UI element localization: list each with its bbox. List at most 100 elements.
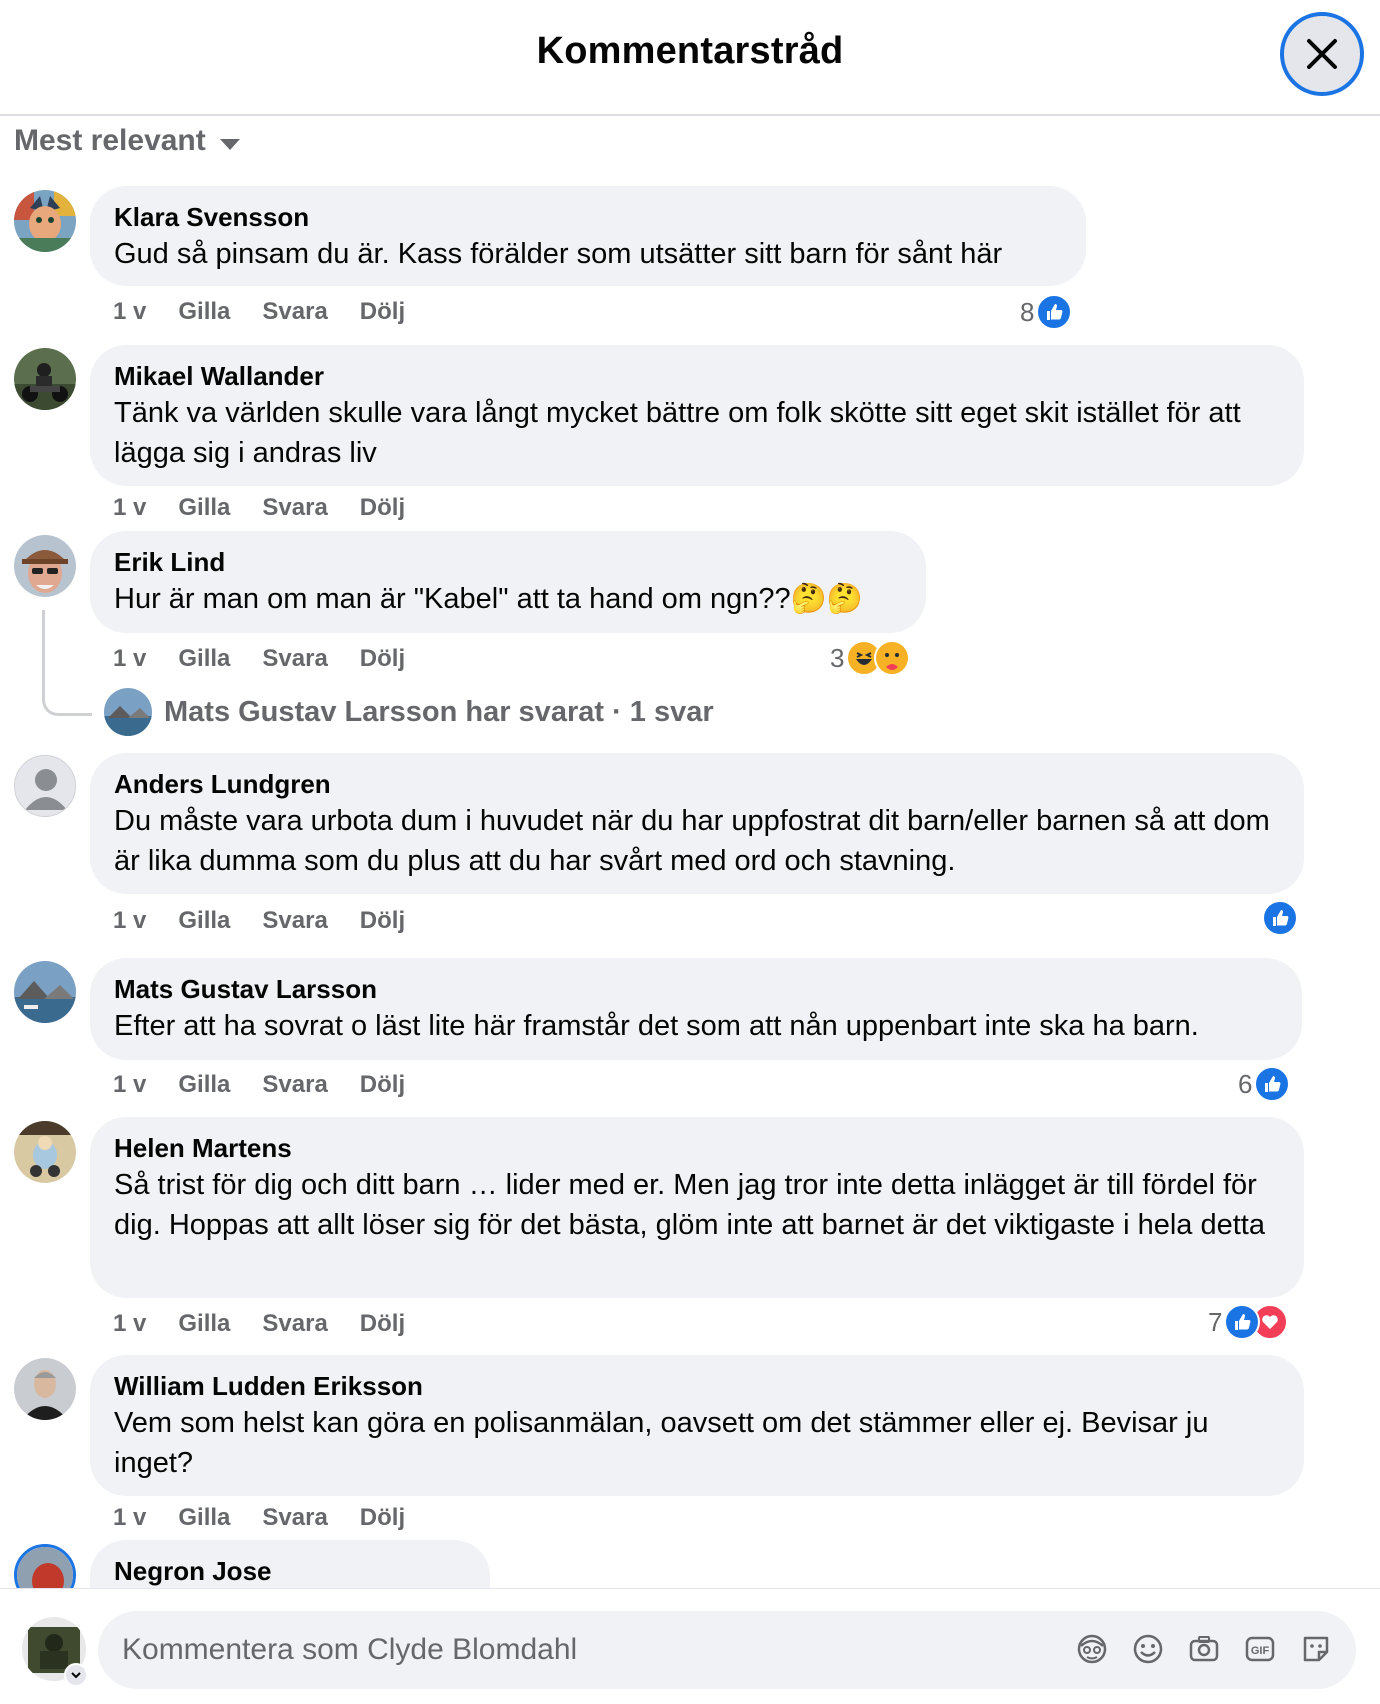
reply-button[interactable]: Svara (262, 907, 327, 935)
like-button[interactable]: Gilla (178, 298, 230, 326)
like-button[interactable]: Gilla (178, 494, 230, 522)
avatar[interactable] (14, 1121, 76, 1183)
comment-text: Gud så pinsam du är. Kass förälder som u… (114, 238, 1003, 270)
comment-author[interactable]: Helen Martens (114, 1133, 1280, 1163)
like-reaction-icon (1254, 1066, 1291, 1102)
emoji-icon[interactable] (1128, 1629, 1168, 1669)
comment: Negron Jose (0, 1540, 1380, 1588)
comment-time[interactable]: 1 v (113, 907, 146, 935)
comment-input[interactable] (122, 1633, 1002, 1667)
comment-time[interactable]: 1 v (113, 298, 146, 326)
camera-icon[interactable] (1184, 1629, 1224, 1669)
avatar[interactable] (14, 755, 76, 817)
comment-bubble: Mats Gustav Larsson Efter att ha sovrat … (90, 958, 1302, 1060)
default-avatar-icon (15, 756, 75, 816)
avatar[interactable] (14, 535, 76, 597)
hide-button[interactable]: Dölj (360, 907, 405, 935)
svg-text:GIF: GIF (1251, 1645, 1270, 1657)
reply-button[interactable]: Svara (262, 298, 327, 326)
like-button[interactable]: Gilla (178, 1071, 230, 1099)
hide-button[interactable]: Dölj (360, 1504, 405, 1532)
reply-button[interactable]: Svara (262, 1310, 327, 1338)
comment-author[interactable]: Klara Svensson (114, 202, 1062, 232)
comment-time[interactable]: 1 v (113, 494, 146, 522)
hide-button[interactable]: Dölj (360, 298, 405, 326)
avatar[interactable] (14, 1358, 76, 1420)
comment-bubble: Erik Lind Hur är man om man är "Kabel" a… (90, 531, 926, 633)
avatar (104, 688, 152, 736)
close-icon (1307, 39, 1337, 69)
comment-composer: GIF (0, 1588, 1380, 1704)
comment-input-wrapper: GIF (98, 1611, 1356, 1689)
reaction-count: 7 (1208, 1306, 1223, 1337)
comment-bubble: Helen Martens Så trist för dig och ditt … (90, 1117, 1304, 1298)
comment-time[interactable]: 1 v (113, 1071, 146, 1099)
reaction-summary[interactable]: 8 (1020, 294, 1073, 330)
sort-dropdown[interactable]: Mest relevant (14, 124, 240, 158)
reaction-summary[interactable]: 6 (1238, 1066, 1291, 1102)
like-button[interactable]: Gilla (178, 1504, 230, 1532)
hide-button[interactable]: Dölj (360, 1071, 405, 1099)
reply-button[interactable]: Svara (262, 494, 327, 522)
like-reaction-icon (1036, 294, 1073, 330)
comment-actions: 1 v Gilla Svara Dölj (113, 1504, 437, 1532)
reply-button[interactable]: Svara (262, 1071, 327, 1099)
reaction-summary[interactable]: 7 (1208, 1304, 1289, 1340)
avatar[interactable] (14, 190, 76, 252)
comment-author[interactable]: Mats Gustav Larsson (114, 974, 1278, 1004)
comment-actions: 1 v Gilla Svara Dölj (113, 1071, 437, 1099)
comment-author[interactable]: Negron Jose (114, 1556, 466, 1586)
like-button[interactable]: Gilla (178, 907, 230, 935)
view-replies-link[interactable]: Mats Gustav Larsson har svarat · 1 svar (104, 688, 714, 736)
reaction-count: 6 (1238, 1068, 1253, 1099)
comment-text: Tänk va världen skulle vara långt mycket… (114, 397, 1241, 469)
comment-text: Vem som helst kan göra en polisanmälan, … (114, 1407, 1209, 1479)
comment-text: Du måste vara urbota dum i huvudet när d… (114, 805, 1270, 877)
close-button[interactable] (1280, 12, 1364, 96)
reply-button[interactable]: Svara (262, 645, 327, 673)
comment-actions: 1 v Gilla Svara Dölj (113, 298, 437, 326)
comment-author[interactable]: Erik Lind (114, 547, 902, 577)
chevron-down-icon (219, 138, 240, 150)
reply-button[interactable]: Svara (262, 1504, 327, 1532)
comment-author[interactable]: Anders Lundgren (114, 769, 1280, 799)
comment-time[interactable]: 1 v (113, 1310, 146, 1338)
hide-button[interactable]: Dölj (360, 645, 405, 673)
avatar[interactable] (14, 348, 76, 410)
comment-text: Efter att ha sovrat o läst lite här fram… (114, 1010, 1199, 1042)
comment-bubble: Mikael Wallander Tänk va världen skulle … (90, 345, 1304, 486)
avatar[interactable] (14, 961, 76, 1023)
comment-actions: 1 v Gilla Svara Dölj (113, 907, 437, 935)
like-reaction-icon (1224, 1304, 1261, 1340)
sticker-icon[interactable] (1296, 1629, 1336, 1669)
avatar[interactable] (14, 1544, 76, 1588)
comment-actions: 1 v Gilla Svara Dölj (113, 1310, 437, 1338)
like-button[interactable]: Gilla (178, 645, 230, 673)
comment-text: Så trist för dig och ditt barn … lider m… (114, 1169, 1265, 1241)
comment-bubble: Negron Jose (90, 1540, 490, 1588)
like-reaction-icon (1262, 900, 1298, 936)
comment-author[interactable]: Mikael Wallander (114, 361, 1280, 391)
comment-actions: 1 v Gilla Svara Dölj (113, 645, 437, 673)
avatar-sticker-icon[interactable] (1072, 1629, 1112, 1669)
comment-time[interactable]: 1 v (113, 645, 146, 673)
comment-bubble: William Ludden Eriksson Vem som helst ka… (90, 1355, 1304, 1496)
thread-line (42, 610, 92, 716)
hide-button[interactable]: Dölj (360, 494, 405, 522)
comment-bubble: Anders Lundgren Du måste vara urbota dum… (90, 753, 1304, 894)
chevron-down-icon[interactable] (64, 1663, 88, 1687)
comment-actions: 1 v Gilla Svara Dölj (113, 494, 437, 522)
comment-author[interactable]: William Ludden Eriksson (114, 1371, 1280, 1401)
reaction-count: 8 (1020, 296, 1035, 327)
reaction-count: 3 (830, 642, 845, 673)
page-title: Kommentarstråd (536, 30, 844, 72)
reaction-summary[interactable]: 3 (830, 640, 911, 676)
reaction-summary[interactable] (1262, 900, 1298, 936)
composer-icons: GIF (1056, 1629, 1336, 1669)
hide-button[interactable]: Dölj (360, 1310, 405, 1338)
comment-bubble: Klara Svensson Gud så pinsam du är. Kass… (90, 186, 1086, 286)
like-button[interactable]: Gilla (178, 1310, 230, 1338)
comment-time[interactable]: 1 v (113, 1504, 146, 1532)
gif-icon[interactable]: GIF (1240, 1629, 1280, 1669)
comment-text: Hur är man om man är "Kabel" att ta hand… (114, 583, 863, 615)
